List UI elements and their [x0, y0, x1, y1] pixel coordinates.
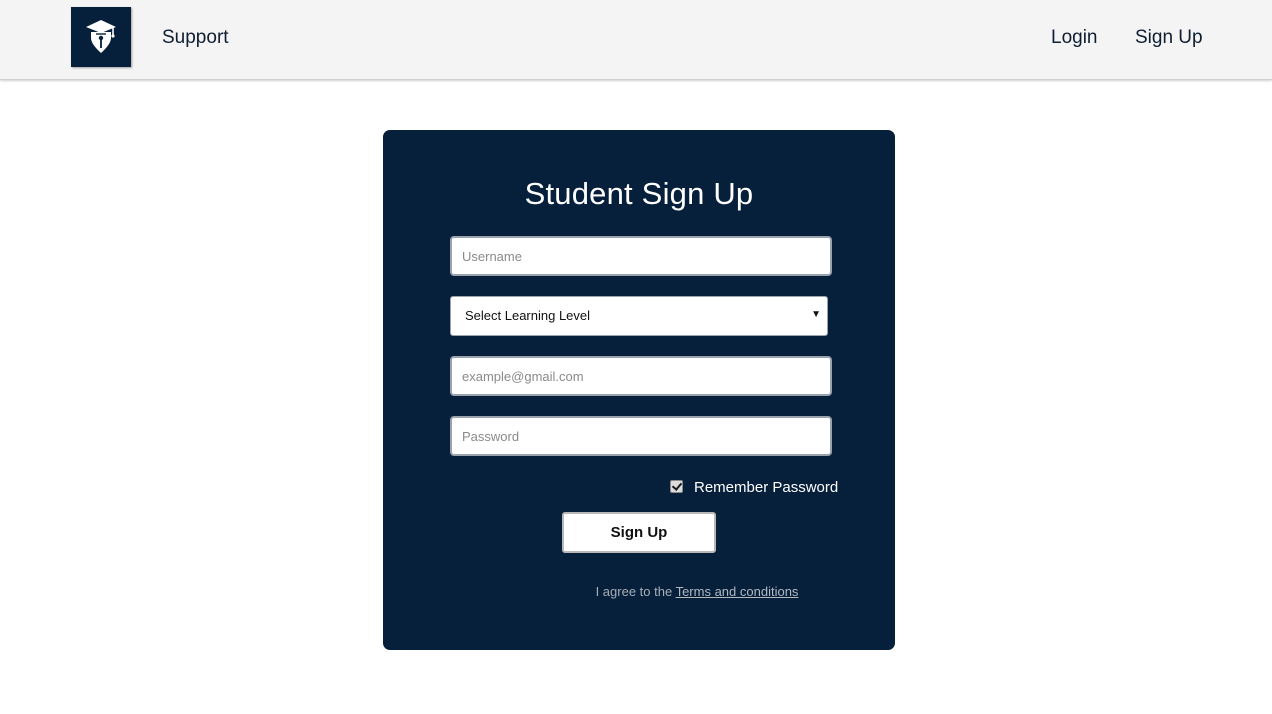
caret-down-icon: ▼: [811, 309, 821, 320]
nav-signup-link[interactable]: Sign Up: [1135, 25, 1203, 51]
password-input[interactable]: [450, 416, 832, 456]
email-input[interactable]: [450, 356, 832, 396]
top-navbar: Support Login Sign Up: [0, 0, 1272, 80]
logo[interactable]: [71, 7, 131, 67]
username-input[interactable]: [450, 236, 832, 276]
graduation-cap-pen-icon: [86, 20, 116, 53]
signup-submit-button[interactable]: Sign Up: [562, 512, 716, 553]
learning-level-select-value: Select Learning Level: [465, 308, 591, 323]
terms-prefix: I agree to the: [595, 584, 676, 599]
terms-link[interactable]: Terms and conditions: [676, 584, 799, 599]
learning-level-select[interactable]: Select Learning Level ▼: [450, 296, 828, 336]
form-title: Student Sign Up: [524, 176, 754, 211]
remember-password-label: Remember Password: [694, 478, 839, 496]
remember-password-checkbox[interactable]: [670, 479, 683, 493]
nav-login-link[interactable]: Login: [1051, 25, 1098, 51]
remember-password-toggle[interactable]: Remember Password: [670, 477, 838, 497]
terms-agreement: I agree to the Terms and conditions: [383, 584, 1011, 599]
nav-support-link[interactable]: Support: [162, 25, 229, 51]
